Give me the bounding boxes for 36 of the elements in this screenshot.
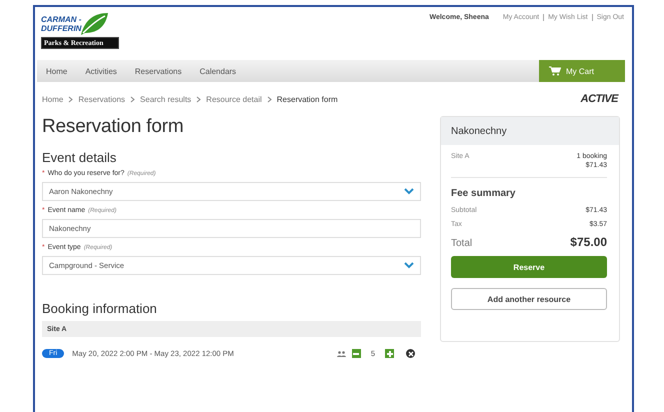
section-heading: Booking information bbox=[42, 301, 158, 316]
remove-button[interactable] bbox=[406, 349, 415, 358]
nav-link[interactable]: Calendars bbox=[200, 66, 236, 76]
total-amount: $75.00 bbox=[570, 235, 607, 249]
chevron-icon bbox=[196, 96, 202, 102]
breadcrumb-link[interactable]: Reservation form bbox=[276, 94, 338, 104]
decrease-button[interactable] bbox=[352, 349, 361, 358]
cart-button[interactable]: My Cart bbox=[539, 60, 625, 82]
nav-link[interactable]: Activities bbox=[85, 66, 117, 76]
card-header: Nakonechny bbox=[441, 117, 619, 145]
total-label: Total bbox=[451, 238, 472, 249]
breadcrumb-link[interactable]: Resource detail bbox=[206, 94, 262, 104]
people-icon bbox=[336, 350, 346, 356]
nav-link[interactable]: Home bbox=[46, 66, 68, 76]
chevron-icon bbox=[130, 96, 136, 102]
fee-heading: Fee summary bbox=[451, 188, 516, 199]
logo-text: CARMAN - bbox=[41, 15, 82, 24]
plus-icon bbox=[386, 350, 392, 356]
breadcrumb-link[interactable]: Search results bbox=[140, 94, 192, 104]
breadcrumb-link[interactable]: Home bbox=[42, 94, 64, 104]
add-resource-button[interactable]: Add another resource bbox=[451, 288, 607, 310]
chevron-down-icon bbox=[404, 262, 414, 269]
cart-icon bbox=[549, 66, 561, 76]
reserve-button[interactable]: Reserve bbox=[451, 256, 607, 278]
brand-logo: ACTIVE bbox=[580, 93, 618, 105]
page-title: Reservation form bbox=[42, 116, 184, 138]
section-heading: Event details bbox=[42, 150, 118, 165]
breadcrumb-link[interactable]: Reservations bbox=[78, 94, 126, 104]
chevron-icon bbox=[68, 96, 74, 102]
logo-text: DUFFERIN bbox=[41, 24, 82, 33]
chevron-down-icon bbox=[404, 188, 414, 195]
minus-icon bbox=[353, 352, 360, 354]
close-icon bbox=[408, 350, 414, 356]
chevron-icon bbox=[266, 96, 272, 102]
nav-link[interactable]: Reservations bbox=[134, 66, 182, 76]
increase-button[interactable] bbox=[385, 349, 394, 358]
